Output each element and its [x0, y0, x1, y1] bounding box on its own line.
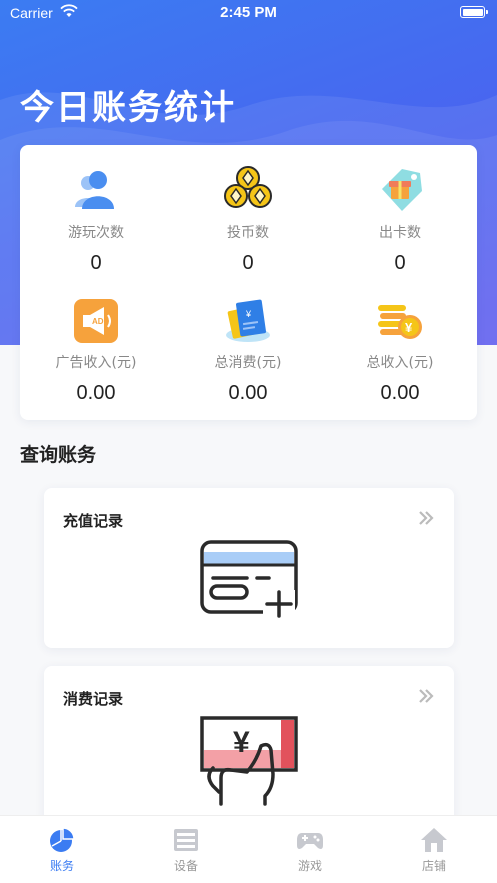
stat-label: 总收入(元) — [366, 355, 434, 371]
stat-ad-income[interactable]: AD 广告收入(元) 0.00 — [20, 295, 172, 405]
battery-icon — [460, 6, 488, 18]
tab-label: 店铺 — [421, 859, 446, 873]
tab-accounts[interactable]: 账务 — [0, 826, 124, 874]
stat-label: 总消费(元) — [214, 355, 282, 371]
tab-store[interactable]: 店铺 — [372, 826, 496, 874]
status-bar: Carrier 2:45 PM — [0, 0, 497, 26]
tab-label: 游戏 — [297, 859, 322, 873]
tab-label: 账务 — [49, 859, 74, 873]
tab-bar: 账务 设备 游戏 店铺 — [0, 815, 497, 883]
stat-value: 0 — [90, 252, 102, 274]
stat-label: 游玩次数 — [68, 225, 124, 241]
stat-value: 0.00 — [228, 382, 268, 404]
coins-icon — [224, 166, 272, 208]
stat-play-count[interactable]: 游玩次数 0 — [20, 165, 172, 275]
tab-devices[interactable]: 设备 — [124, 826, 248, 874]
stat-value: 0.00 — [380, 382, 420, 404]
stat-label: 广告收入(元) — [55, 355, 137, 371]
tab-label: 设备 — [173, 859, 198, 873]
device-icon — [174, 829, 198, 851]
svg-text:¥: ¥ — [233, 726, 250, 759]
users-icon — [75, 171, 114, 209]
svg-text:¥: ¥ — [245, 309, 252, 319]
svg-text:¥: ¥ — [405, 320, 413, 335]
double-chevron-right-icon[interactable] — [418, 510, 434, 526]
svg-text:AD: AD — [92, 317, 104, 326]
stat-value: 0 — [394, 252, 406, 274]
stat-coin-count[interactable]: 投币数 0 — [172, 165, 324, 275]
wallet-card-icon: ¥ — [226, 299, 270, 342]
record-title: 消费记录 — [63, 690, 124, 708]
stat-card-count[interactable]: 出卡数 0 — [324, 165, 476, 275]
gift-tag-icon — [382, 169, 422, 211]
coin-stack-icon: ¥ — [378, 305, 422, 339]
yuan-payment-icon: ¥ — [200, 716, 298, 806]
record-title: 充值记录 — [63, 512, 124, 530]
section-title: 查询账务 — [20, 444, 97, 466]
ad-megaphone-icon: AD — [74, 299, 118, 343]
card-plus-icon — [200, 540, 298, 618]
stat-value: 0.00 — [76, 382, 116, 404]
pie-chart-icon — [50, 827, 75, 852]
stat-total-income[interactable]: ¥ 总收入(元) 0.00 — [324, 295, 476, 405]
recharge-record-card[interactable]: 充值记录 — [44, 488, 454, 648]
stat-label: 投币数 — [227, 225, 269, 241]
stats-card: 游玩次数 0 投币数 0 出卡数 0 AD 广告收入(元) 0.00 ¥ 总消费… — [20, 145, 477, 420]
gamepad-icon — [297, 833, 323, 849]
stat-total-spend[interactable]: ¥ 总消费(元) 0.00 — [172, 295, 324, 405]
page-title: 今日账务统计 — [20, 88, 236, 128]
double-chevron-right-icon[interactable] — [418, 688, 434, 704]
stat-label: 出卡数 — [379, 225, 421, 241]
consumption-record-card[interactable]: 消费记录 ¥ — [44, 666, 454, 826]
stat-value: 0 — [242, 252, 254, 274]
tab-games[interactable]: 游戏 — [248, 826, 372, 874]
home-icon — [421, 828, 447, 852]
clock-label: 2:45 PM — [220, 4, 277, 21]
